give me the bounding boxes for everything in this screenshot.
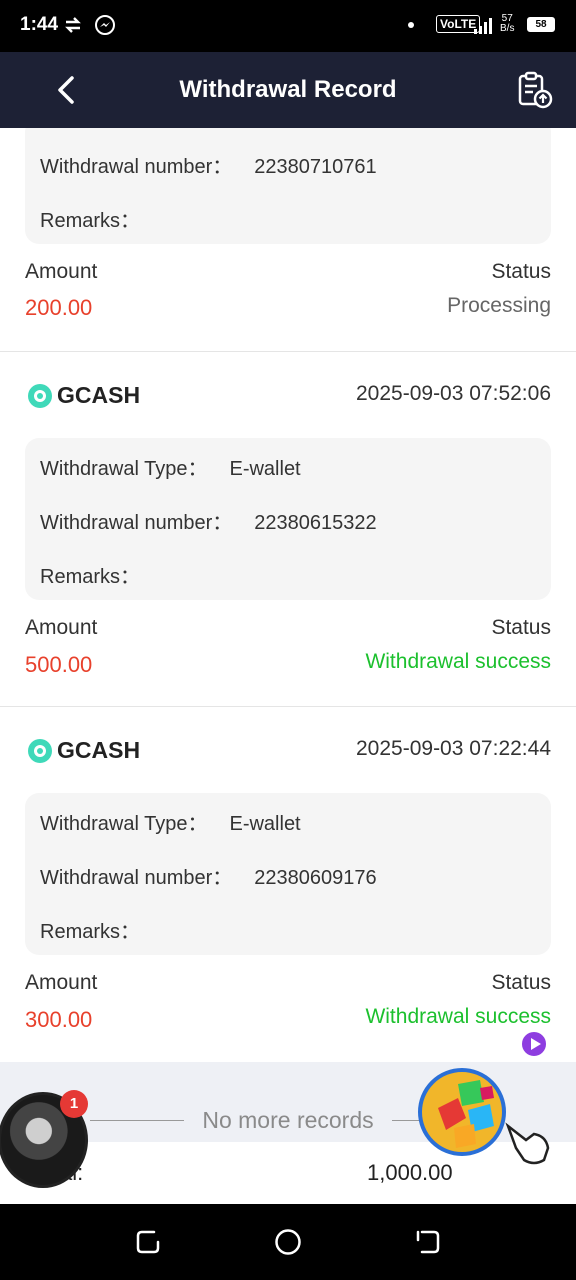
record-datetime: 2025-09-03 07:52:06 [356,382,551,405]
status-value: Processing [447,294,551,317]
amount-value: 200.00 [25,295,93,320]
remarks-label: Remarks： [40,210,141,232]
network-speed: 57 B/s [500,14,514,34]
notification-dot-icon [408,22,414,28]
record-divider [0,706,576,707]
amount-label: Amount [25,260,98,283]
status-time: 1:44 [20,14,59,35]
record-header: GCASH 2025-09-03 07:22:44 [0,731,576,771]
withdrawal-type-row: Withdrawal Type： E-wallet [40,807,301,836]
status-bar: 1:44 VoLTE 57 B/s 58 [0,0,576,52]
page-title: Withdrawal Record [179,76,397,103]
record-datetime: 2025-09-03 07:22:44 [356,737,551,760]
amount-value: 300.00 [25,1007,93,1032]
remarks-label: Remarks： [40,921,141,943]
remarks-row: Remarks： [40,560,162,589]
back-nav-button[interactable] [414,1228,442,1256]
status-label: Status [491,260,551,283]
amount-label: Amount [25,971,98,994]
play-icon[interactable] [520,1030,548,1058]
battery-icon: 58 [527,17,555,32]
pointing-hand-icon [505,1122,550,1165]
record-divider [0,351,576,352]
clipboard-upload-icon [518,71,553,109]
status-value: Withdrawal success [365,650,551,673]
withdrawal-number-value: 22380710761 [254,156,377,178]
withdrawal-number-label: Withdrawal number： [40,867,233,889]
sync-icon [62,14,84,41]
withdrawal-number-row: Withdrawal number： 22380615322 [40,506,377,535]
withdrawal-type-value: E-wallet [229,458,301,480]
withdrawal-number-row: Withdrawal number： 22380710761 [40,150,377,179]
gcash-icon [28,739,52,763]
withdrawal-number-label: Withdrawal number： [40,512,233,534]
system-nav-bar [0,1204,576,1280]
speed-unit: B/s [500,23,515,34]
withdrawal-number-value: 22380609176 [254,867,377,889]
amount-value: 500.00 [25,652,93,677]
amount-label: Amount [25,616,98,639]
withdrawal-number-row: Withdrawal number： 22380609176 [40,861,377,890]
record-detail-box: Withdrawal number： 22380710761 Remarks： [25,128,551,244]
withdrawal-type-row: Withdrawal Type： E-wallet [40,452,301,481]
clipboard-upload-button[interactable] [514,70,554,110]
gcash-icon [28,384,52,408]
gift-cubes-icon [418,1068,506,1156]
withdrawal-number-label: Withdrawal number： [40,156,233,178]
total-value: 1,000.00 [367,1160,453,1185]
messenger-icon [94,14,116,41]
notification-badge: 1 [60,1090,88,1118]
remarks-row: Remarks： [40,204,162,233]
withdrawal-type-label: Withdrawal Type： [40,458,208,480]
remarks-row: Remarks： [40,915,162,944]
signal-icon [474,18,492,34]
floating-gift-button[interactable] [418,1068,550,1165]
home-button[interactable] [274,1228,302,1256]
app-header: Withdrawal Record [0,52,576,128]
payment-method: GCASH [57,382,141,408]
record-list[interactable]: Withdrawal number： 22380710761 Remarks： A… [0,128,576,1062]
remarks-label: Remarks： [40,566,141,588]
record-detail-box: Withdrawal Type： E-wallet Withdrawal numb… [25,438,551,600]
payment-method: GCASH [57,737,141,763]
status-label: Status [491,616,551,639]
recent-apps-button[interactable] [134,1228,162,1256]
status-value: Withdrawal success [365,1005,551,1028]
withdrawal-type-label: Withdrawal Type： [40,813,208,835]
status-label: Status [491,971,551,994]
record-header: GCASH 2025-09-03 07:52:06 [0,376,576,416]
withdrawal-type-value: E-wallet [229,813,301,835]
record-detail-box: Withdrawal Type： E-wallet Withdrawal numb… [25,793,551,955]
withdrawal-number-value: 22380615322 [254,512,377,534]
